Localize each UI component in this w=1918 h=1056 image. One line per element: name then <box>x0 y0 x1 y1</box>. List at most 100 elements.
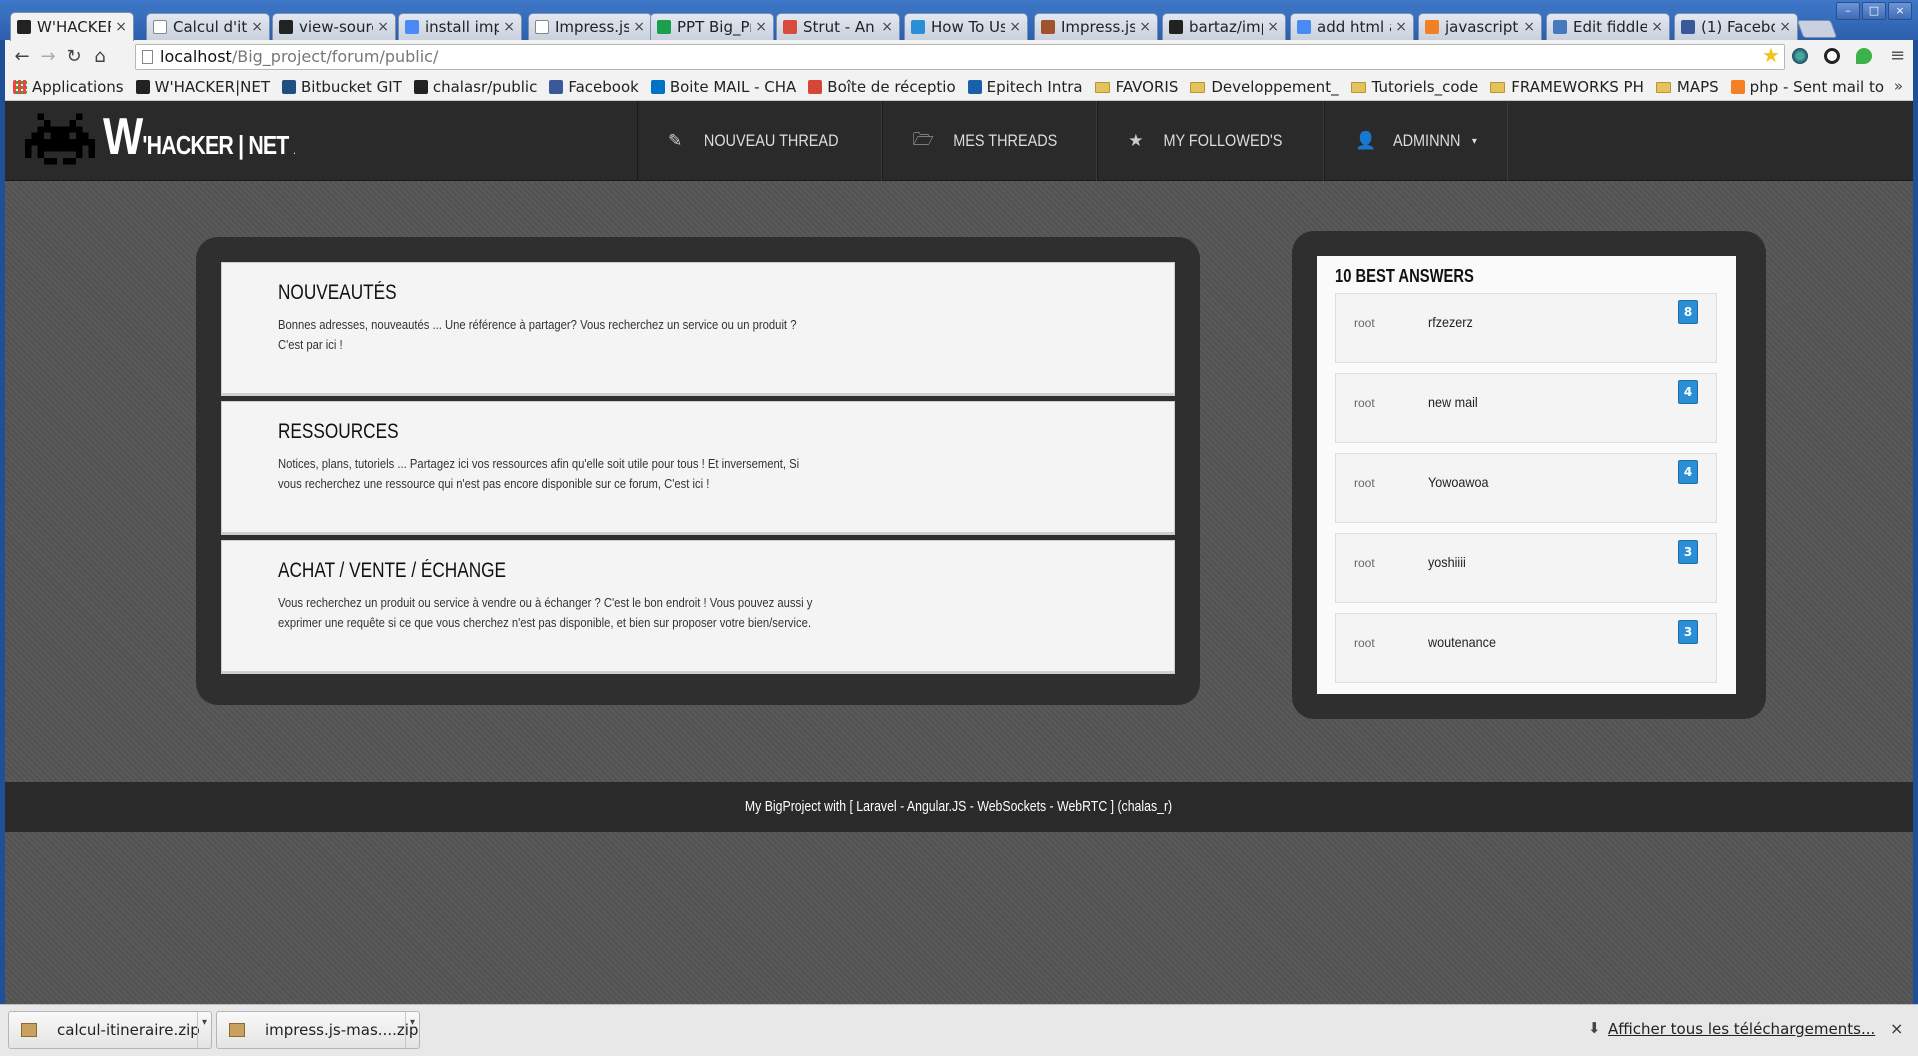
tab-title: Impress.js <box>555 18 630 36</box>
browser-tab[interactable]: view-sourc × <box>272 13 396 40</box>
answer-title[interactable]: yoshiiii <box>1428 554 1466 570</box>
bookmark-item[interactable]: Tutoriels_code <box>1350 78 1479 96</box>
tab-close-icon[interactable]: × <box>755 19 767 35</box>
tab-close-icon[interactable]: × <box>881 19 893 35</box>
tab-close-icon[interactable]: × <box>503 19 515 35</box>
minimize-button[interactable]: – <box>1836 2 1860 20</box>
extension-sync-icon[interactable] <box>1824 48 1840 64</box>
apps-grid-icon <box>13 80 27 94</box>
browser-tab[interactable]: bartaz/imp × <box>1162 13 1286 40</box>
browser-tab[interactable]: install imp × <box>398 13 522 40</box>
browser-tab[interactable]: javascript × <box>1418 13 1542 40</box>
bookmark-item[interactable]: Boite MAIL - CHA <box>650 78 796 96</box>
nav-item[interactable]: 👤 ADMINNN ▾ <box>1324 101 1508 181</box>
close-downloads-bar-icon[interactable]: × <box>1890 1019 1903 1038</box>
bookmark-item[interactable]: php - Sent mail to <box>1730 78 1884 96</box>
tab-close-icon[interactable]: × <box>1523 19 1535 35</box>
bookmark-item[interactable]: chalasr/public <box>413 78 537 96</box>
browser-tab[interactable]: Calcul d'iti × <box>146 13 270 40</box>
show-all-downloads-link[interactable]: Afficher tous les téléchargements... <box>1608 1020 1875 1038</box>
forum-section[interactable]: ACHAT / VENTE / ÉCHANGE Vous recherchez u… <box>221 540 1175 674</box>
answer-title[interactable]: new mail <box>1428 394 1478 410</box>
tab-close-icon[interactable]: × <box>1139 19 1151 35</box>
best-answer-item[interactable]: root new mail 4 <box>1335 373 1717 443</box>
forum-section[interactable]: RESSOURCES Notices, plans, tutoriels ... … <box>221 401 1175 535</box>
bookmark-item[interactable]: MAPS <box>1655 78 1719 96</box>
bookmark-label: Tutoriels_code <box>1371 78 1479 96</box>
download-item[interactable]: impress.js-mas....zip ▾ <box>216 1011 420 1049</box>
close-window-button[interactable]: × <box>1888 2 1912 20</box>
bookmark-item[interactable]: FAVORIS <box>1094 78 1178 96</box>
nav-item[interactable]: ✎ NOUVEAU THREAD <box>637 101 882 181</box>
download-arrow-icon: ⬇ <box>1588 1019 1601 1037</box>
tab-close-icon[interactable]: × <box>377 19 389 35</box>
browser-tab[interactable]: (1) Facebo × <box>1674 13 1798 40</box>
browser-tab[interactable]: Impress.js × <box>528 13 652 40</box>
download-item[interactable]: calcul-itineraire.zip ▾ <box>8 1011 212 1049</box>
bookmark-favicon-icon <box>135 80 150 94</box>
forum-section[interactable]: NOUVEAUTÉS Bonnes adresses, nouveautés ..… <box>221 262 1175 396</box>
folder-icon <box>1490 81 1506 93</box>
back-icon[interactable]: ← <box>11 46 33 67</box>
tab-close-icon[interactable]: × <box>251 19 263 35</box>
best-answer-item[interactable]: root Yowoawoa 4 <box>1335 453 1717 523</box>
home-icon[interactable]: ⌂ <box>89 46 111 67</box>
forward-icon[interactable]: → <box>37 46 59 67</box>
answer-title[interactable]: Yowoawoa <box>1428 474 1488 490</box>
tab-close-icon[interactable]: × <box>1009 19 1021 35</box>
tab-close-icon[interactable]: × <box>1651 19 1663 35</box>
tab-strip: – □ × W'HACKER × Calcul d'iti × view-sourc × i… <box>0 0 1918 41</box>
bookmark-star-icon[interactable]: ★ <box>1762 43 1780 67</box>
best-answer-item[interactable]: root woutenance 3 <box>1335 613 1717 683</box>
best-answer-item[interactable]: root yoshiiii 3 <box>1335 533 1717 603</box>
download-filename: calcul-itineraire.zip <box>57 1021 200 1039</box>
site-logo[interactable]: W'HACKER | NET . <box>25 111 337 167</box>
bookmark-item[interactable]: Developpement_ <box>1190 78 1339 96</box>
browser-tab[interactable]: Strut - An H× <box>776 13 900 40</box>
bookmark-item[interactable]: Bitbucket GIT <box>282 78 402 96</box>
answer-title[interactable]: woutenance <box>1428 634 1496 650</box>
answer-author: root <box>1354 556 1375 570</box>
tab-close-icon[interactable]: × <box>633 19 645 35</box>
answer-author: root <box>1354 316 1375 330</box>
chrome-menu-icon[interactable]: ≡ <box>1890 45 1905 66</box>
bookmark-item[interactable]: Epitech Intra <box>967 78 1083 96</box>
forum-sections-panel: NOUVEAUTÉS Bonnes adresses, nouveautés ..… <box>196 237 1200 705</box>
best-answer-item[interactable]: root rfzezerz 8 <box>1335 293 1717 363</box>
maximize-button[interactable]: □ <box>1862 2 1886 20</box>
bookmarks-overflow-icon[interactable]: » <box>1894 77 1903 95</box>
browser-tab[interactable]: Edit fiddle × <box>1546 13 1670 40</box>
browser-tab[interactable]: How To Us × <box>904 13 1028 40</box>
address-bar[interactable]: localhost/Big_project/forum/public/ <box>135 44 1785 70</box>
browser-tab[interactable]: Impress.js × <box>1034 13 1158 40</box>
browser-tab[interactable]: W'HACKER × <box>10 12 134 41</box>
tab-close-icon[interactable]: × <box>1267 19 1279 35</box>
reload-icon[interactable]: ↻ <box>63 46 85 67</box>
site-footer: My BigProject with [ Laravel - Angular.J… <box>5 782 1913 832</box>
download-menu-chevron-icon[interactable]: ▾ <box>197 1012 211 1048</box>
nav-item[interactable]: ★ MY FOLLOWED'S <box>1097 101 1325 181</box>
tab-title: Impress.js <box>1061 18 1136 36</box>
tab-close-icon[interactable]: × <box>1779 19 1791 35</box>
browser-tab[interactable]: PPT Big_Pr × <box>650 13 774 40</box>
bookmark-item[interactable]: FRAMEWORKS PH <box>1490 78 1644 96</box>
folder-open-icon: 🗁 <box>912 129 934 149</box>
answer-title[interactable]: rfzezerz <box>1428 314 1473 330</box>
extension-evernote-icon[interactable] <box>1856 48 1872 64</box>
bookmark-item[interactable]: W'HACKER|NET <box>135 78 270 96</box>
bookmark-item[interactable]: Applications <box>13 78 124 96</box>
tab-close-icon[interactable]: × <box>115 19 127 35</box>
section-title[interactable]: ACHAT / VENTE / ÉCHANGE <box>278 559 506 583</box>
new-tab-button[interactable] <box>1796 20 1838 38</box>
extension-globe-icon[interactable] <box>1792 48 1808 64</box>
bookmark-item[interactable]: Boîte de réceptio <box>808 78 956 96</box>
section-title[interactable]: RESSOURCES <box>278 420 399 444</box>
page-viewport: W'HACKER | NET . ✎ NOUVEAU THREAD 🗁 MES THR… <box>5 101 1913 1004</box>
bookmark-item[interactable]: Facebook <box>549 78 639 96</box>
page-icon <box>153 20 167 34</box>
nav-item[interactable]: 🗁 MES THREADS <box>881 101 1098 181</box>
tab-close-icon[interactable]: × <box>1395 19 1407 35</box>
section-title[interactable]: NOUVEAUTÉS <box>278 281 397 305</box>
browser-tab[interactable]: add html a × <box>1290 13 1414 40</box>
download-menu-chevron-icon[interactable]: ▾ <box>405 1012 419 1048</box>
